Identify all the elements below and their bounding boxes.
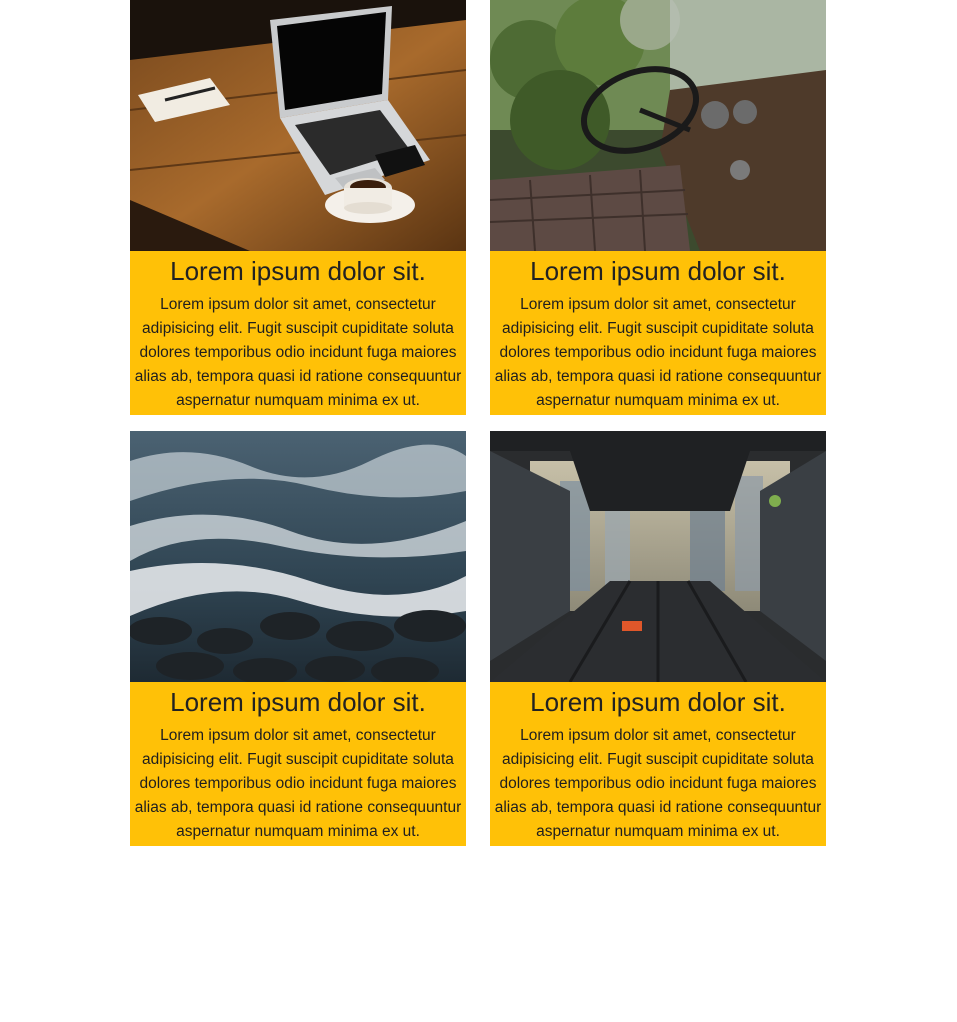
card-body: Lorem ipsum dolor sit. Lorem ipsum dolor…: [130, 251, 466, 415]
card: Lorem ipsum dolor sit. Lorem ipsum dolor…: [130, 0, 466, 415]
card-title: Lorem ipsum dolor sit.: [170, 687, 426, 717]
truck-bed-city-view-image: [490, 431, 826, 682]
card-grid: Lorem ipsum dolor sit. Lorem ipsum dolor…: [130, 0, 826, 846]
card: Lorem ipsum dolor sit. Lorem ipsum dolor…: [490, 0, 826, 415]
card-text: Lorem ipsum dolor sit amet, consectetur …: [134, 727, 462, 840]
card-body: Lorem ipsum dolor sit. Lorem ipsum dolor…: [490, 251, 826, 415]
card-image-truck-interior: [490, 0, 826, 251]
card-body: Lorem ipsum dolor sit. Lorem ipsum dolor…: [130, 682, 466, 846]
card-text: Lorem ipsum dolor sit amet, consectetur …: [494, 296, 822, 409]
card-title: Lorem ipsum dolor sit.: [170, 256, 426, 286]
card-text: Lorem ipsum dolor sit amet, consectetur …: [494, 727, 822, 840]
card-body: Lorem ipsum dolor sit. Lorem ipsum dolor…: [490, 682, 826, 846]
card-title: Lorem ipsum dolor sit.: [530, 687, 786, 717]
card-text: Lorem ipsum dolor sit amet, consectetur …: [134, 296, 462, 409]
card: Lorem ipsum dolor sit. Lorem ipsum dolor…: [130, 431, 466, 846]
laptop-coffee-image: [130, 0, 466, 251]
card-image-truck-bed: [490, 431, 826, 682]
card-image-ocean: [130, 431, 466, 682]
abandoned-truck-interior-image: [490, 0, 826, 251]
card: Lorem ipsum dolor sit. Lorem ipsum dolor…: [490, 431, 826, 846]
card-title: Lorem ipsum dolor sit.: [530, 256, 786, 286]
card-image-laptop: [130, 0, 466, 251]
ocean-waves-rocks-image: [130, 431, 466, 682]
